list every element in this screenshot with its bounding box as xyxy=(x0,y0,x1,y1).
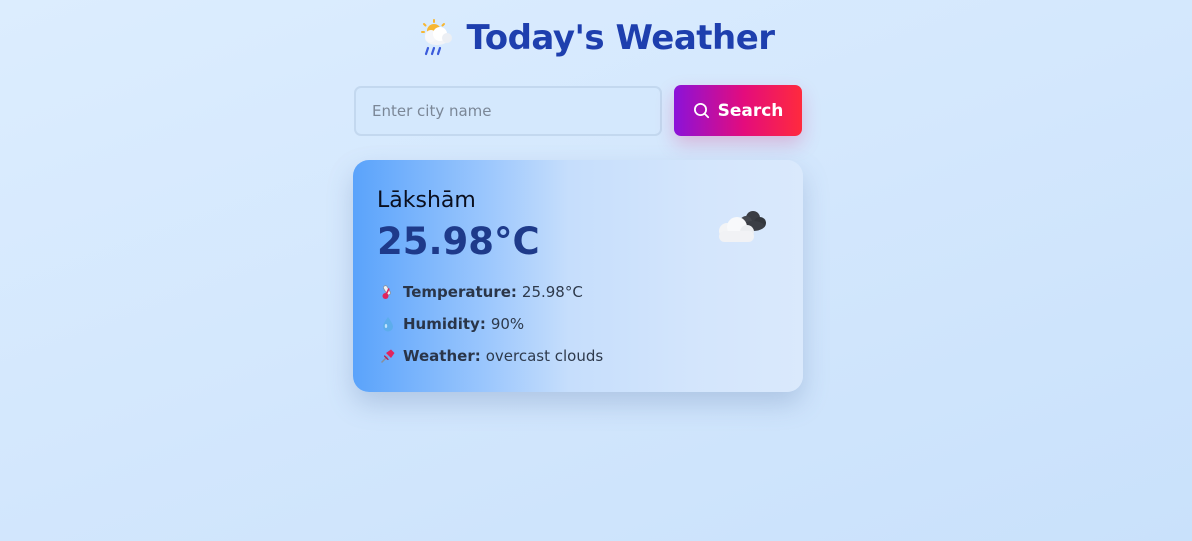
temperature-value: 25.98°C xyxy=(521,283,583,301)
current-temperature: 25.98°C xyxy=(377,220,540,263)
search-button-label: Search xyxy=(717,100,784,121)
temperature-label: Temperature: xyxy=(403,283,517,301)
search-icon xyxy=(693,102,710,119)
weather-condition-value: overcast clouds xyxy=(485,347,604,365)
cloud-icon xyxy=(709,204,771,244)
pushpin-icon xyxy=(379,347,397,365)
thermometer-icon xyxy=(379,283,397,301)
humidity-detail: Humidity: 90% xyxy=(379,315,524,333)
temperature-detail: Temperature: 25.98°C xyxy=(379,283,583,301)
weather-condition-label: Weather: xyxy=(403,347,481,365)
sun-behind-rain-cloud-icon xyxy=(417,18,457,58)
city-name: Lākshām xyxy=(377,188,476,213)
humidity-label: Humidity: xyxy=(403,315,486,333)
humidity-value: 90% xyxy=(490,315,525,333)
droplet-icon xyxy=(379,315,397,333)
page-title: Today's Weather xyxy=(466,18,776,58)
page-header: Today's Weather xyxy=(0,18,1192,68)
city-search-input[interactable] xyxy=(354,86,662,136)
weather-card: Lākshām 25.98°C Temperature: 25.98°C Hum… xyxy=(353,160,803,392)
search-button[interactable]: Search xyxy=(674,85,802,136)
weather-condition-detail: Weather: overcast clouds xyxy=(379,347,603,365)
